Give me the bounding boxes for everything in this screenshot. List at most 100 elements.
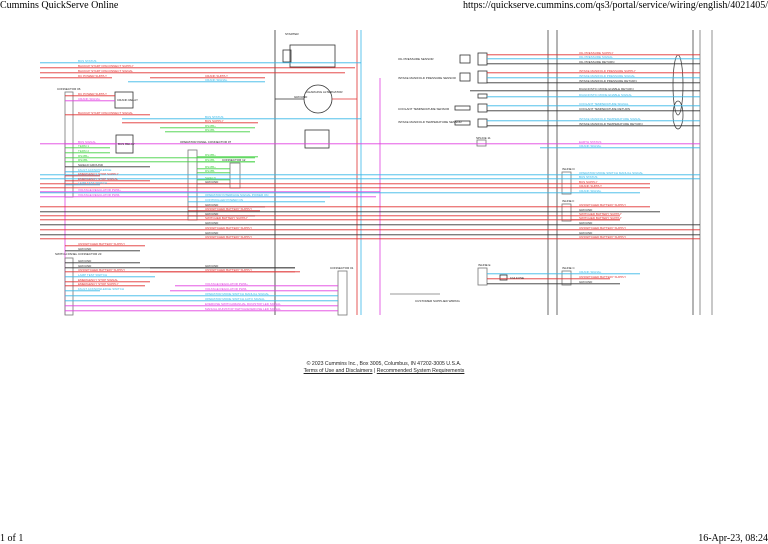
wire-label: UNSWITCHED BATTERY SUPPLY bbox=[78, 268, 125, 272]
wire-label: GROUND bbox=[579, 280, 593, 284]
wire-label: VOLTAGE REGULATOR PWM- bbox=[205, 287, 247, 291]
wire-label: INTAKE MANIFOLD TEMPERATURE SIGNAL bbox=[579, 117, 641, 121]
connector-06-body bbox=[64, 91, 74, 198]
wire-label: OPERATOR MODE SWITCH MANUAL SIGNAL bbox=[205, 292, 269, 296]
wire-label: VOLTAGE REGULATOR PWM+ bbox=[78, 188, 121, 192]
inline-d-label: INLINE D bbox=[562, 167, 576, 171]
wire-label: BUS STATUS bbox=[78, 59, 96, 63]
relay-symbol bbox=[304, 129, 330, 149]
wire-label: CONTROLLER POWER ON bbox=[205, 198, 243, 202]
coolant-sensor-label: COOLANT TEMPERATURE SENSOR bbox=[398, 107, 450, 111]
inline-d-body bbox=[561, 171, 572, 195]
operator-panel-label: OPERATOR PANEL CONNECTOR 07 bbox=[180, 140, 232, 144]
inline-c-body bbox=[561, 270, 572, 286]
wire-label: LAMP TEST SWITCH bbox=[78, 181, 107, 185]
wire-label: GROUND bbox=[78, 259, 92, 263]
alt-ground-label: GROUND bbox=[294, 95, 308, 99]
wire-label: FAULT ACKNOWLEDGE SWITCH bbox=[78, 287, 124, 291]
wire-label: DIAGNOSTIC MODE ENABLE RETURN bbox=[579, 87, 634, 91]
imt-sensor-label: INTAKE MANIFOLD TEMPERATURE SENSOR bbox=[398, 120, 463, 124]
fuse-symbol bbox=[499, 274, 508, 281]
wire-label: UNSWITCHED BATTERY SUPPLY bbox=[579, 235, 626, 239]
wire-label: UNSWITCHED BATTERY SUPPLY bbox=[205, 268, 252, 272]
wire-label: CRANK SIGNAL bbox=[78, 97, 101, 101]
switch-panel-connector-body bbox=[64, 257, 74, 316]
wire-label: INTAKE MANIFOLD PRESSURE RETURN bbox=[579, 79, 637, 83]
sensor-symbols bbox=[454, 52, 488, 128]
splice-11-body bbox=[476, 139, 487, 147]
wire-label: EXERCISE SWITCH/MANUAL RUN/STOP LED SIGN… bbox=[205, 302, 281, 306]
system-requirements-link[interactable]: Recommended System Requirements bbox=[377, 368, 465, 374]
wire-label: GROUND bbox=[205, 221, 219, 225]
wire-label: OIL PRESSURE SIGNAL bbox=[579, 55, 613, 59]
print-datetime: 16-Apr-23, 08:24 bbox=[698, 533, 768, 544]
wire-label: INTAKE MANIFOLD PRESSURE SIGNAL bbox=[579, 74, 635, 78]
inline-c-label: INLINE C bbox=[562, 266, 576, 270]
wire-label: TERM 1 bbox=[78, 144, 89, 148]
connector-06-label: CONNECTOR 06 bbox=[57, 87, 81, 91]
wire-label: UNSWITCHED BATTERY SUPPLY bbox=[579, 275, 626, 279]
wire-label: BACKUP START DISCONNECT SIGNAL bbox=[78, 111, 133, 115]
connector-01-body bbox=[337, 270, 348, 316]
wire-label: COOLANT TEMPERATURE RETURN bbox=[579, 107, 630, 111]
wiring-diagram: BUS STATUSBACKUP START DISCONNECT SUPPLY… bbox=[40, 30, 713, 316]
wire-label: CRANK SUPPLY bbox=[579, 184, 602, 188]
wire-label: COOLANT TEMPERATURE SIGNAL bbox=[579, 102, 629, 106]
imp-sensor-label: INTAKE MANIFOLD PRESSURE SENSOR bbox=[398, 76, 457, 80]
wire-label: SWITCHED BATTERY SUPPLY bbox=[579, 216, 622, 220]
wire-label: CRANK SIGNAL bbox=[579, 270, 602, 274]
wire-label: EMERGENCY STOP SUPPLY bbox=[78, 282, 119, 286]
wire-label: OPERATOR INTERFACE SIGNAL POWER ON bbox=[205, 193, 268, 197]
wire-label: MANUAL RUN/STOP SWITCH/EXERCISE LED SIGN… bbox=[205, 307, 281, 311]
wire-label: BACKUP START DISCONNECT SUPPLY bbox=[78, 64, 134, 68]
crank-relay-label: CRANK RELAY bbox=[117, 98, 138, 102]
wire-label: SWITCHED BATTERY SUPPLY bbox=[205, 216, 248, 220]
copyright-text: © 2023 Cummins Inc., Box 3005, Columbus,… bbox=[306, 361, 462, 367]
wire-label: UNSWITCHED BATTERY SUPPLY bbox=[205, 226, 252, 230]
wire-label: OIL PRESSURE RETURN bbox=[579, 60, 614, 64]
wire-label: EMERGENCY STOP SUPPLY bbox=[78, 172, 119, 176]
bus-relay-label: BUS RELAY bbox=[118, 142, 135, 146]
terms-link[interactable]: Terms of Use and Disclaimers bbox=[304, 368, 373, 374]
wire-label: RS485- bbox=[78, 158, 88, 162]
wire-label: UNSWITCHED BATTERY SUPPLY bbox=[579, 226, 626, 230]
wire-label: RS485- bbox=[205, 158, 215, 162]
connector-12-body bbox=[229, 162, 241, 189]
wire-label: VOLTAGE REGULATOR PWM- bbox=[78, 193, 120, 197]
inline-e-body bbox=[477, 267, 488, 286]
wire-label: BACKUP START DISCONNECT SIGNAL bbox=[78, 69, 133, 73]
wire-label: CRANK SIGNAL bbox=[579, 144, 602, 148]
wire-label: GROUND bbox=[579, 221, 593, 225]
wire-label: RS485+ bbox=[205, 153, 216, 157]
wire-label: BUS STATUS bbox=[579, 175, 597, 179]
connector-01-label: CONNECTOR 01 bbox=[330, 266, 354, 270]
page-number: 1 of 1 bbox=[0, 533, 24, 544]
switch-panel-label: SWITCH PANEL CONNECTOR 23 bbox=[55, 252, 102, 256]
link-separator: | bbox=[373, 368, 376, 374]
starter-symbol bbox=[289, 44, 336, 68]
wire-label: TERM 2 bbox=[78, 149, 89, 153]
connector-12-label: CONNECTOR 12 bbox=[222, 158, 246, 162]
oil-sensor-label: OIL PRESSURE SENSOR bbox=[398, 57, 434, 61]
wire-label: BUS SUPPLY bbox=[205, 119, 224, 123]
wire-label: DC POWER SUPPLY bbox=[78, 92, 107, 96]
wire-label: UNSWITCHED BATTERY SUPPLY bbox=[78, 242, 125, 246]
operator-panel-connector-body bbox=[187, 149, 198, 221]
wire-label: UNSWITCHED BATTERY SUPPLY bbox=[579, 203, 626, 207]
wire-label: GROUND bbox=[78, 247, 92, 251]
fuse-label: 10A FUSE bbox=[510, 276, 524, 280]
starter-label: STARTER bbox=[285, 32, 300, 36]
wire-label: RS485- bbox=[205, 169, 215, 173]
inline-f-label: INLINE F bbox=[562, 199, 575, 203]
alternator-label: CHARGING ALTERNATOR bbox=[306, 90, 343, 94]
splice-11-label: SPLICE 11 bbox=[476, 136, 491, 140]
wire-label: INTAKE MANIFOLD PRESSURE SUPPLY bbox=[579, 69, 636, 73]
wire-label: UNSWITCHED BATTERY SUPPLY bbox=[205, 207, 252, 211]
wire-label: DC POWER SUPPLY bbox=[78, 74, 107, 78]
wire-label: OPERATOR MODE SWITCH AUTO SIGNAL bbox=[205, 297, 265, 301]
wire-label: CRANK SIGNAL bbox=[579, 189, 602, 193]
wire-label: INTAKE MANIFOLD TEMPERATURE RETURN bbox=[579, 122, 643, 126]
inline-e-label: INLINE E bbox=[478, 263, 491, 267]
customer-wiring-label: CUSTOMER SUPPLIED WIRING bbox=[415, 299, 460, 303]
wire-label: LAMP TEST SWITCH bbox=[78, 273, 107, 277]
